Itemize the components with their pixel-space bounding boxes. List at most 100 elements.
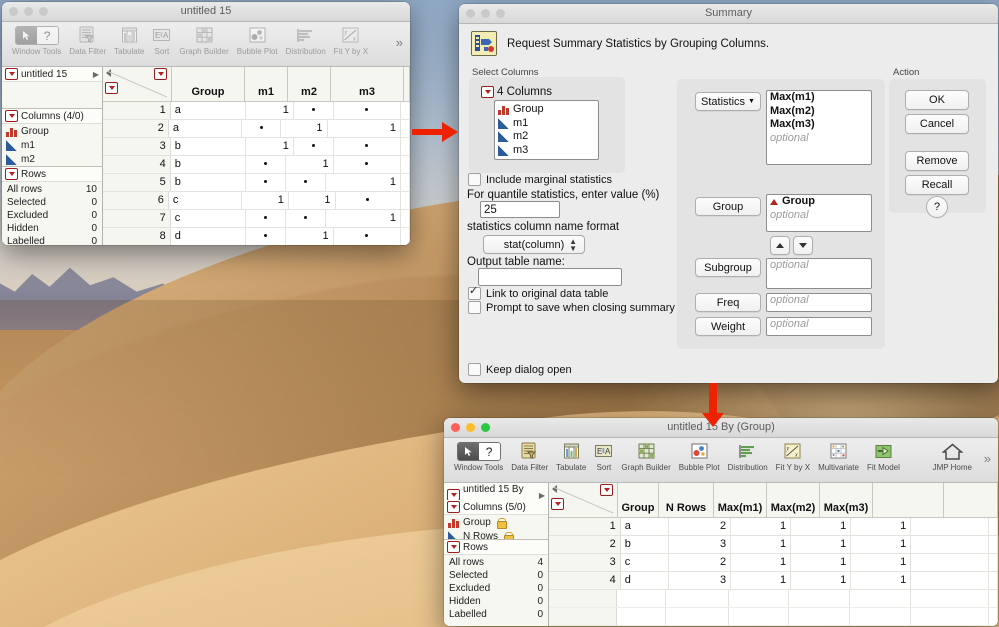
table-cell[interactable]: 1 [731,536,792,553]
table-cell[interactable]: 1 [791,572,852,589]
table-cell[interactable]: 1 [791,536,852,553]
table-row[interactable]: 3c2111 [549,554,998,572]
include-marginal-row[interactable]: Include marginal statistics [468,173,612,186]
row-number[interactable]: 1 [549,518,621,535]
table-cell[interactable]: c [170,210,247,227]
table-cell[interactable]: 1 [851,572,912,589]
output-table-input[interactable] [478,268,622,286]
move-up-button[interactable] [770,236,790,255]
toolbar-item-data-filter[interactable]: Data Filter [507,441,552,473]
table-cell[interactable]: 1 [791,554,852,571]
source-table-panel[interactable]: untitled 15 ▶ [2,67,102,109]
column-item-group[interactable]: Group [444,515,548,529]
source-table-panel-header[interactable]: untitled 15 ▶ [2,67,102,82]
table-cell[interactable] [333,138,401,155]
table-cell[interactable]: 3 [669,536,732,553]
result-columns-panel[interactable]: Columns (5/0) Group N Rows [444,500,548,540]
table-cell[interactable]: c [168,192,243,209]
table-cell[interactable]: 2 [669,518,732,535]
table-cell[interactable] [333,228,401,245]
source-rows-panel[interactable]: Rows All rows 10 Selected 0 Excluded 0 H… [2,167,102,245]
table-cell[interactable]: 1 [285,228,334,245]
table-cell[interactable]: 1 [325,174,401,191]
red-triangle-menu-icon[interactable] [447,541,460,553]
toolbar-item-sort[interactable]: EA Sort [148,25,175,57]
select-column-item-m2[interactable]: m2 [495,130,598,144]
table-cell[interactable] [293,102,334,119]
remove-button[interactable]: Remove [905,151,969,171]
table-cell[interactable]: 1 [791,518,852,535]
table-cell[interactable] [246,156,286,173]
table-cell[interactable]: b [170,138,247,155]
table-row[interactable]: 4b 1 [103,156,410,174]
toolbar-overflow-icon[interactable]: » [984,451,991,466]
row-number[interactable]: 3 [549,554,621,571]
column-header-n-rows[interactable]: N Rows [659,483,714,517]
row-number[interactable]: 1 [103,102,171,119]
table-cell[interactable] [246,174,286,191]
table-row[interactable]: 4d3111 [549,572,998,590]
toolbar-item-distribution[interactable]: Distribution [724,441,772,473]
row-number[interactable]: 2 [103,120,169,137]
recall-button[interactable]: Recall [905,175,969,195]
chevron-right-icon[interactable]: ▶ [539,491,545,500]
table-cell[interactable]: 1 [851,518,912,535]
toolbar-item-tabulate[interactable]: Tabulate [110,25,148,57]
result-rows-panel[interactable]: Rows All rows 4 Selected 0 Excluded 0 Hi… [444,540,548,626]
subgroup-role-listbox[interactable]: optional [766,258,872,289]
table-cell[interactable]: 1 [288,192,336,209]
result-data-grid[interactable]: Group N Rows Max(m1) Max(m2) Max(m3) 1a2… [549,483,998,626]
column-header-max-m1[interactable]: Max(m1) [714,483,767,517]
row-number[interactable]: 6 [103,192,169,209]
ok-button[interactable]: OK [905,90,969,110]
move-down-button[interactable] [793,236,813,255]
toolbar-item-distribution[interactable]: Distribution [282,25,330,57]
statistics-item[interactable]: Max(m2) [767,105,871,119]
table-cell[interactable]: a [168,120,243,137]
table-cell[interactable]: b [170,174,247,191]
table-cell[interactable] [293,138,334,155]
toolbar-item-fit-y-by-x[interactable]: yx Fit Y by X [772,441,814,473]
column-header-group[interactable]: Group [618,483,659,517]
toolbar-item-graph-builder[interactable]: Graph Builder [175,25,232,57]
row-number[interactable]: 5 [103,174,171,191]
table-row[interactable]: 5b 1 [103,174,410,192]
keep-dialog-open-checkbox[interactable] [468,363,481,376]
red-triangle-menu-icon[interactable] [481,86,494,98]
group-role-item[interactable]: Group [767,195,871,209]
column-header-m2[interactable]: m2 [288,67,331,101]
prompt-save-row[interactable]: Prompt to save when closing summary tabl… [468,301,707,314]
subgroup-role-button[interactable]: Subgroup [695,258,761,277]
toolbar-item-multivariate[interactable]: Multivariate [814,441,863,473]
weight-role-listbox[interactable]: optional [766,317,872,336]
name-format-select[interactable]: stat(column) ▲ ▼ [483,235,585,254]
result-data-table-window[interactable]: untitled 15 By (Group) ? Window Tools Da… [444,418,998,626]
source-toolbar[interactable]: ? Window Tools Data Filter Tabulate EA S… [2,22,410,67]
source-columns-panel[interactable]: Columns (4/0) Group m1 m2 [2,109,102,167]
columns-count-row[interactable]: 4 Columns [481,86,552,98]
table-cell[interactable]: b [620,536,670,553]
dialog-titlebar[interactable]: Summary [459,4,998,24]
source-data-table-window[interactable]: untitled 15 ? Window Tools Data Filter T… [2,2,410,245]
red-triangle-menu-icon[interactable] [447,501,460,513]
table-cell[interactable] [285,210,326,227]
column-header-group[interactable]: Group [172,67,245,101]
column-header-max-m2[interactable]: Max(m2) [767,483,820,517]
toolbar-item-bubble-plot[interactable]: Bubble Plot [233,25,282,57]
include-marginal-checkbox[interactable] [468,173,481,186]
column-item-n-rows[interactable]: N Rows [444,529,548,539]
select-column-item-m1[interactable]: m1 [495,117,598,131]
table-cell[interactable] [246,228,286,245]
table-row[interactable]: 7c 1 [103,210,410,228]
table-cell[interactable]: 1 [731,518,792,535]
grid-corner-cell[interactable] [103,67,172,101]
table-row[interactable]: 3b1 [103,138,410,156]
table-cell[interactable]: d [170,228,247,245]
toolbar-item-data-filter[interactable]: Data Filter [65,25,110,57]
table-cell[interactable]: 1 [242,192,289,209]
source-rows-panel-header[interactable]: Rows [2,167,102,182]
prompt-save-checkbox[interactable] [468,301,481,314]
toolbar-item-fit-model[interactable]: Fit Model [863,441,904,473]
toolbar-item-window-tools[interactable]: ? Window Tools [450,441,507,473]
select-columns-listbox[interactable]: Group m1 m2 m3 [494,100,599,160]
